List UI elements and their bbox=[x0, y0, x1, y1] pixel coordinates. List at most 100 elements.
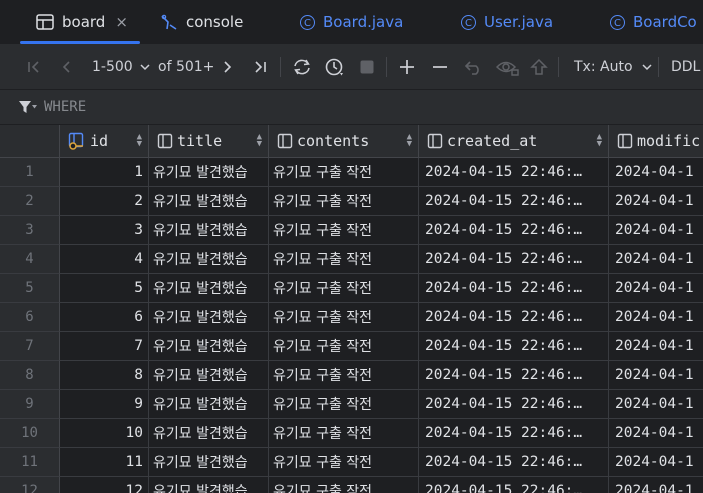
previous-page-icon[interactable] bbox=[58, 45, 74, 89]
cell-created-at[interactable]: 2024-04-15 22:46:… bbox=[419, 448, 609, 477]
cell-created-at[interactable]: 2024-04-15 22:46:… bbox=[419, 274, 609, 303]
table-row[interactable]: 1 1 유기묘 발견했습 유기묘 구출 작전 2024-04-15 22:46:… 202… bbox=[0, 158, 703, 187]
revert-icon[interactable] bbox=[464, 45, 484, 89]
cell-modified[interactable]: 2024-04-1 bbox=[609, 245, 703, 274]
cell-title[interactable]: 유기묘 발견했습 bbox=[149, 332, 269, 361]
cell-id[interactable]: 3 bbox=[60, 216, 149, 245]
table-row[interactable]: 6 6 유기묘 발견했습 유기묘 구출 작전 2024-04-15 22:46:… 202… bbox=[0, 303, 703, 332]
column-header-title[interactable]: title ▲ ▼ bbox=[149, 125, 269, 157]
cell-modified[interactable]: 2024-04-1 bbox=[609, 361, 703, 390]
cell-modified[interactable]: 2024-04-1 bbox=[609, 158, 703, 187]
cell-created-at[interactable]: 2024-04-15 22:46:… bbox=[419, 361, 609, 390]
cell-title[interactable]: 유기묘 발견했습 bbox=[149, 448, 269, 477]
cell-modified[interactable]: 2024-04-1 bbox=[609, 419, 703, 448]
close-icon[interactable]: × bbox=[115, 13, 128, 31]
sort-icon[interactable]: ▲ ▼ bbox=[597, 133, 602, 149]
submit-icon[interactable] bbox=[530, 45, 548, 89]
cell-contents[interactable]: 유기묘 구출 작전 bbox=[269, 274, 419, 303]
tab-user-java[interactable]: C User.java bbox=[461, 0, 553, 44]
tab-boardco-java[interactable]: C BoardCo bbox=[610, 0, 697, 44]
table-row[interactable]: 5 5 유기묘 발견했습 유기묘 구출 작전 2024-04-15 22:46:… 202… bbox=[0, 274, 703, 303]
delete-row-icon[interactable] bbox=[431, 45, 449, 89]
cell-modified[interactable]: 2024-04-1 bbox=[609, 390, 703, 419]
table-row[interactable]: 11 11 유기묘 발견했습 유기묘 구출 작전 2024-04-15 22:46:… 2… bbox=[0, 448, 703, 477]
cell-contents[interactable]: 유기묘 구출 작전 bbox=[269, 477, 419, 493]
table-row[interactable]: 12 12 유기묘 발견했습 유기묘 구출 작전 2024-04-15 22:46:… 2… bbox=[0, 477, 703, 493]
filter-icon[interactable] bbox=[18, 99, 38, 115]
cell-modified[interactable]: 2024-04-1 bbox=[609, 187, 703, 216]
ddl-button[interactable]: DDL bbox=[671, 45, 700, 89]
cell-title[interactable]: 유기묘 발견했습 bbox=[149, 216, 269, 245]
cell-id[interactable]: 10 bbox=[60, 419, 149, 448]
cell-contents[interactable]: 유기묘 구출 작전 bbox=[269, 158, 419, 187]
cell-created-at[interactable]: 2024-04-15 22:46:… bbox=[419, 158, 609, 187]
cell-id[interactable]: 2 bbox=[60, 187, 149, 216]
column-header-created-at[interactable]: created_at ▲ ▼ bbox=[419, 125, 609, 157]
cell-id[interactable]: 1 bbox=[60, 158, 149, 187]
cell-contents[interactable]: 유기묘 구출 작전 bbox=[269, 216, 419, 245]
cell-id[interactable]: 4 bbox=[60, 245, 149, 274]
first-page-icon[interactable] bbox=[26, 45, 42, 89]
cell-id[interactable]: 9 bbox=[60, 390, 149, 419]
tab-console[interactable]: console bbox=[160, 0, 243, 44]
cell-modified[interactable]: 2024-04-1 bbox=[609, 448, 703, 477]
column-header-modified[interactable]: modific bbox=[609, 125, 703, 157]
cell-modified[interactable]: 2024-04-1 bbox=[609, 332, 703, 361]
cell-id[interactable]: 7 bbox=[60, 332, 149, 361]
next-page-icon[interactable] bbox=[220, 45, 236, 89]
table-row[interactable]: 7 7 유기묘 발견했습 유기묘 구출 작전 2024-04-15 22:46:… 202… bbox=[0, 332, 703, 361]
cell-created-at[interactable]: 2024-04-15 22:46:… bbox=[419, 477, 609, 493]
cell-title[interactable]: 유기묘 발견했습 bbox=[149, 274, 269, 303]
cell-modified[interactable]: 2024-04-1 bbox=[609, 477, 703, 493]
cell-id[interactable]: 5 bbox=[60, 274, 149, 303]
where-filter-input[interactable]: WHERE bbox=[44, 99, 86, 115]
column-header-id[interactable]: id ▲ ▼ bbox=[60, 125, 149, 157]
sort-icon[interactable]: ▲ ▼ bbox=[257, 133, 262, 149]
cell-id[interactable]: 8 bbox=[60, 361, 149, 390]
cell-contents[interactable]: 유기묘 구출 작전 bbox=[269, 390, 419, 419]
history-icon[interactable] bbox=[324, 45, 346, 89]
cell-created-at[interactable]: 2024-04-15 22:46:… bbox=[419, 187, 609, 216]
cell-modified[interactable]: 2024-04-1 bbox=[609, 216, 703, 245]
cell-created-at[interactable]: 2024-04-15 22:46:… bbox=[419, 245, 609, 274]
cell-contents[interactable]: 유기묘 구출 작전 bbox=[269, 419, 419, 448]
last-page-icon[interactable] bbox=[252, 45, 268, 89]
table-row[interactable]: 10 10 유기묘 발견했습 유기묘 구출 작전 2024-04-15 22:46:… 2… bbox=[0, 419, 703, 448]
cell-title[interactable]: 유기묘 발견했습 bbox=[149, 419, 269, 448]
cell-contents[interactable]: 유기묘 구출 작전 bbox=[269, 332, 419, 361]
table-row[interactable]: 4 4 유기묘 발견했습 유기묘 구출 작전 2024-04-15 22:46:… 202… bbox=[0, 245, 703, 274]
cell-title[interactable]: 유기묘 발견했습 bbox=[149, 477, 269, 493]
cell-title[interactable]: 유기묘 발견했습 bbox=[149, 390, 269, 419]
cell-title[interactable]: 유기묘 발견했습 bbox=[149, 245, 269, 274]
cell-created-at[interactable]: 2024-04-15 22:46:… bbox=[419, 303, 609, 332]
page-size-dropdown[interactable]: 1-500 bbox=[92, 45, 151, 89]
table-row[interactable]: 3 3 유기묘 발견했습 유기묘 구출 작전 2024-04-15 22:46:… 202… bbox=[0, 216, 703, 245]
add-row-icon[interactable] bbox=[398, 45, 416, 89]
table-row[interactable]: 2 2 유기묘 발견했습 유기묘 구출 작전 2024-04-15 22:46:… 202… bbox=[0, 187, 703, 216]
cell-id[interactable]: 6 bbox=[60, 303, 149, 332]
sort-icon[interactable]: ▲ ▼ bbox=[407, 133, 412, 149]
cell-created-at[interactable]: 2024-04-15 22:46:… bbox=[419, 419, 609, 448]
cell-id[interactable]: 11 bbox=[60, 448, 149, 477]
cell-created-at[interactable]: 2024-04-15 22:46:… bbox=[419, 332, 609, 361]
cell-modified[interactable]: 2024-04-1 bbox=[609, 303, 703, 332]
cell-created-at[interactable]: 2024-04-15 22:46:… bbox=[419, 216, 609, 245]
cell-contents[interactable]: 유기묘 구출 작전 bbox=[269, 303, 419, 332]
cell-contents[interactable]: 유기묘 구출 작전 bbox=[269, 245, 419, 274]
cell-created-at[interactable]: 2024-04-15 22:46:… bbox=[419, 390, 609, 419]
refresh-icon[interactable] bbox=[292, 45, 312, 89]
total-rows-label[interactable]: of 501+ bbox=[158, 45, 214, 89]
sort-icon[interactable]: ▲ ▼ bbox=[137, 133, 142, 149]
cell-contents[interactable]: 유기묘 구출 작전 bbox=[269, 448, 419, 477]
cell-contents[interactable]: 유기묘 구출 작전 bbox=[269, 361, 419, 390]
preview-icon[interactable] bbox=[496, 45, 520, 89]
cell-contents[interactable]: 유기묘 구출 작전 bbox=[269, 187, 419, 216]
cell-title[interactable]: 유기묘 발견했습 bbox=[149, 158, 269, 187]
cell-title[interactable]: 유기묘 발견했습 bbox=[149, 303, 269, 332]
cell-modified[interactable]: 2024-04-1 bbox=[609, 274, 703, 303]
cell-title[interactable]: 유기묘 발견했습 bbox=[149, 361, 269, 390]
table-row[interactable]: 9 9 유기묘 발견했습 유기묘 구출 작전 2024-04-15 22:46:… 202… bbox=[0, 390, 703, 419]
tab-board-java[interactable]: C Board.java bbox=[300, 0, 403, 44]
tab-board[interactable]: board × bbox=[20, 0, 140, 44]
transaction-mode-dropdown[interactable]: Tx: Auto bbox=[574, 45, 653, 89]
